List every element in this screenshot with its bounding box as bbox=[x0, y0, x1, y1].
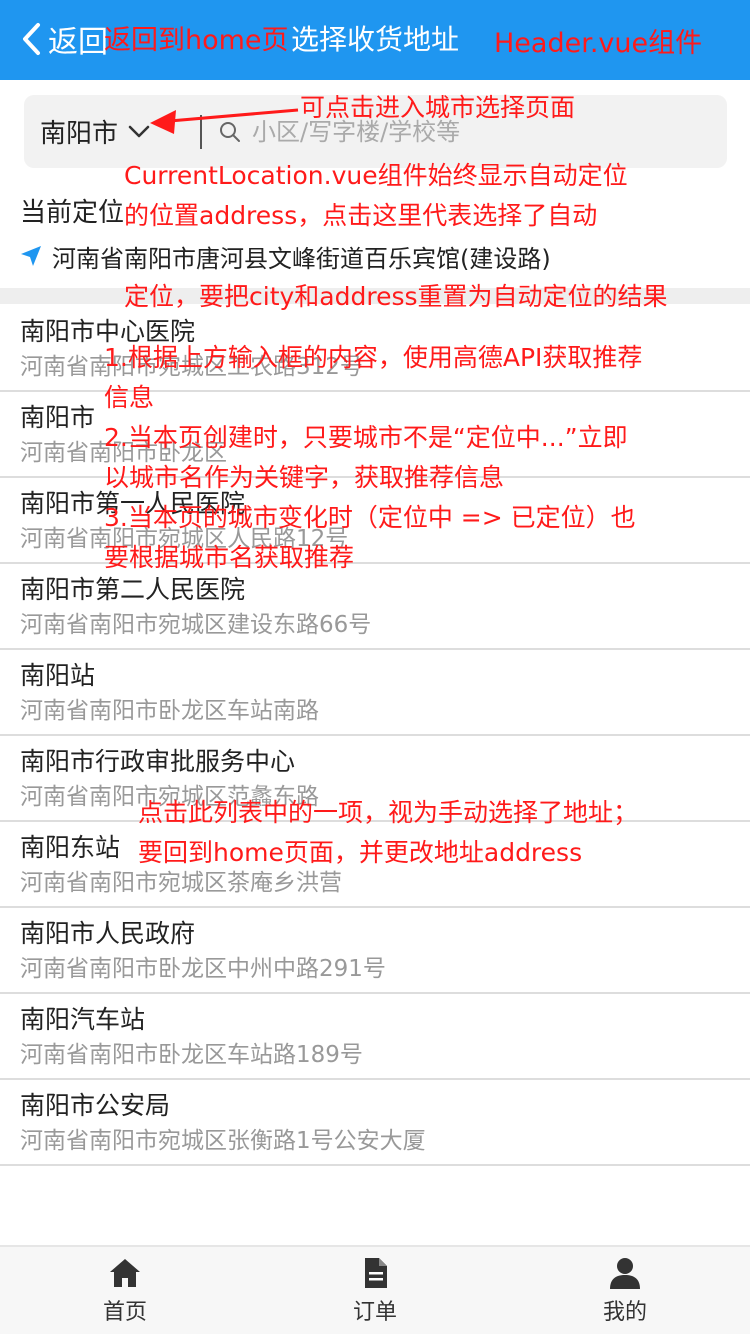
header-bar: 选择收货地址 返回 bbox=[0, 0, 750, 80]
poi-address: 河南省南阳市宛城区工农路312号 bbox=[20, 354, 363, 380]
list-item[interactable]: 南阳市第二人民医院 河南省南阳市宛城区建设东路66号 bbox=[0, 564, 750, 650]
search-divider bbox=[200, 115, 202, 149]
location-arrow-icon bbox=[21, 246, 41, 266]
list-item[interactable]: 南阳东站 河南省南阳市宛城区茶庵乡洪营 bbox=[0, 822, 750, 908]
poi-address: 河南省南阳市宛城区范蠡东路 bbox=[20, 784, 319, 810]
list-item[interactable]: 南阳站 河南省南阳市卧龙区车站南路 bbox=[0, 650, 750, 736]
back-label: 返回 bbox=[48, 25, 108, 60]
poi-name: 南阳东站 bbox=[20, 833, 121, 862]
poi-address: 河南省南阳市卧龙区车站南路 bbox=[20, 698, 319, 724]
tab-home[interactable]: 首页 bbox=[0, 1247, 250, 1334]
city-name: 南阳市 bbox=[40, 119, 119, 149]
tab-orders-label: 订单 bbox=[352, 1299, 397, 1325]
annotation-location-note-2: 的位置address，点击这里代表选择了自动 bbox=[124, 201, 598, 230]
poi-address: 河南省南阳市卧龙区中州中路291号 bbox=[20, 956, 386, 982]
poi-name: 南阳市中心医院 bbox=[20, 317, 196, 346]
tab-mine[interactable]: 我的 bbox=[500, 1247, 750, 1334]
home-icon bbox=[110, 1258, 140, 1287]
poi-name: 南阳市行政审批服务中心 bbox=[20, 747, 296, 776]
chevron-left-icon bbox=[23, 23, 40, 55]
list-item[interactable]: 南阳汽车站 河南省南阳市卧龙区车站路189号 bbox=[0, 994, 750, 1080]
list-item[interactable]: 南阳市第一人民医院 河南省南阳市宛城区人民路12号 bbox=[0, 478, 750, 564]
suggestion-list: 南阳市中心医院 河南省南阳市宛城区工农路312号 南阳市 河南省南阳市卧龙区 南… bbox=[0, 306, 750, 1166]
poi-address: 河南省南阳市卧龙区车站路189号 bbox=[20, 1042, 363, 1068]
chevron-down-icon bbox=[128, 125, 150, 137]
current-location-address[interactable]: 河南省南阳市唐河县文峰街道百乐宾馆(建设路) bbox=[20, 236, 730, 276]
city-selector[interactable]: 南阳市 bbox=[40, 95, 150, 168]
search-field bbox=[218, 105, 718, 158]
poi-address: 河南省南阳市宛城区茶庵乡洪营 bbox=[20, 870, 342, 896]
list-item[interactable]: 南阳市 河南省南阳市卧龙区 bbox=[0, 392, 750, 478]
poi-name: 南阳市 bbox=[20, 403, 96, 432]
section-divider bbox=[0, 288, 750, 304]
poi-name: 南阳市第一人民医院 bbox=[20, 489, 246, 518]
search-icon bbox=[220, 121, 240, 142]
poi-address: 河南省南阳市宛城区建设东路66号 bbox=[20, 612, 372, 638]
poi-address: 河南省南阳市卧龙区 bbox=[20, 440, 227, 466]
page-title: 选择收货地址 bbox=[290, 23, 459, 56]
tab-home-label: 首页 bbox=[102, 1299, 147, 1325]
document-icon bbox=[365, 1257, 387, 1288]
poi-name: 南阳汽车站 bbox=[20, 1005, 146, 1034]
poi-address: 河南省南阳市宛城区张衡路1号公安大厦 bbox=[20, 1128, 426, 1154]
poi-name: 南阳市公安局 bbox=[20, 1091, 171, 1120]
back-button[interactable]: 返回 bbox=[20, 14, 108, 64]
tab-orders[interactable]: 订单 bbox=[250, 1247, 500, 1334]
search-bar: 南阳市 bbox=[24, 95, 727, 168]
tab-mine-label: 我的 bbox=[602, 1299, 647, 1325]
poi-name: 南阳站 bbox=[20, 661, 96, 690]
bottom-tab-bar: 首页 订单 我的 bbox=[0, 1245, 750, 1334]
list-item[interactable]: 南阳市中心医院 河南省南阳市宛城区工农路312号 bbox=[0, 306, 750, 392]
list-item[interactable]: 南阳市行政审批服务中心 河南省南阳市宛城区范蠡东路 bbox=[0, 736, 750, 822]
poi-address: 河南省南阳市宛城区人民路12号 bbox=[20, 526, 349, 552]
app-root: 选择收货地址 返回 南阳市 当前定位 河南省南阳市 bbox=[0, 0, 750, 1334]
current-location-label: 当前定位 bbox=[20, 198, 125, 228]
user-icon bbox=[610, 1257, 640, 1289]
search-input[interactable] bbox=[252, 117, 692, 146]
list-item[interactable]: 南阳市人民政府 河南省南阳市卧龙区中州中路291号 bbox=[0, 908, 750, 994]
current-address-text: 河南省南阳市唐河县文峰街道百乐宾馆(建设路) bbox=[52, 244, 551, 273]
poi-name: 南阳市人民政府 bbox=[20, 919, 196, 948]
list-item[interactable]: 南阳市公安局 河南省南阳市宛城区张衡路1号公安大厦 bbox=[0, 1080, 750, 1166]
poi-name: 南阳市第二人民医院 bbox=[20, 575, 246, 604]
